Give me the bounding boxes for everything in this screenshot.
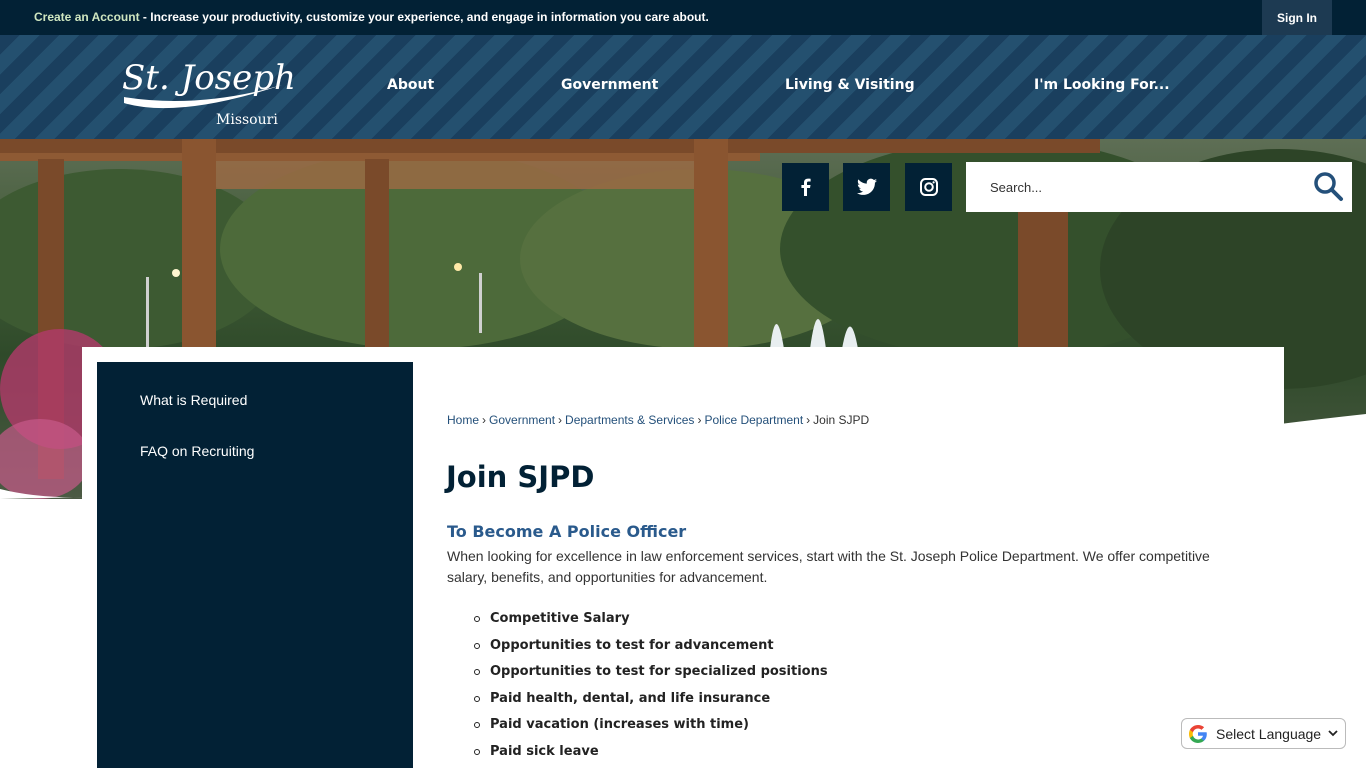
chevron-down-icon (1328, 730, 1338, 737)
facebook-icon (800, 178, 811, 196)
benefit-text: Paid sick leave (490, 743, 599, 759)
create-account-link[interactable]: Create an Account (34, 10, 140, 24)
intro-paragraph: When looking for excellence in law enfor… (447, 548, 1210, 585)
bullet-icon (474, 616, 480, 622)
twitter-icon (856, 178, 877, 195)
breadcrumb-separator: › (482, 413, 487, 427)
benefit-text: Paid health, dental, and life insurance (490, 690, 771, 706)
top-bar: Create an Account - Increase your produc… (0, 0, 1366, 35)
language-select-label: Select Language (1216, 725, 1322, 742)
google-icon (1189, 724, 1207, 743)
section-title: To Become A Police Officer (447, 522, 687, 541)
benefits-list: Competitive Salary Opportunities to test… (474, 609, 828, 768)
instagram-button[interactable] (905, 163, 952, 211)
benefit-text: Competitive Salary (490, 611, 630, 626)
breadcrumb-separator: › (806, 413, 811, 427)
breadcrumb-current: Join SJPD (813, 413, 870, 427)
benefit-text: Opportunities to test for specialized po… (490, 664, 828, 680)
breadcrumb-government[interactable]: Government (489, 413, 555, 427)
search-box (966, 162, 1352, 212)
nav-government[interactable]: Government (561, 77, 658, 93)
list-item: Opportunities to test for specialized po… (474, 662, 828, 689)
instagram-icon (919, 178, 938, 196)
bullet-icon (474, 748, 480, 755)
benefit-text: Paid vacation (increases with time) (490, 717, 749, 733)
breadcrumb-separator: › (697, 413, 702, 427)
facebook-button[interactable] (782, 163, 829, 211)
logo-text-st-joseph: St. Joseph (122, 58, 296, 98)
twitter-button[interactable] (843, 163, 890, 211)
benefit-text: Opportunities to test for advancement (490, 637, 774, 653)
search-input[interactable] (990, 177, 1290, 197)
list-item: Competitive Salary (474, 609, 828, 636)
breadcrumb-separator: › (558, 413, 563, 427)
sidebar-item-what-is-required[interactable]: What is Required (140, 392, 247, 408)
breadcrumb-departments[interactable]: Departments & Services (565, 413, 694, 427)
bullet-icon (474, 642, 480, 649)
account-message: Create an Account - Increase your produc… (34, 10, 709, 24)
sidebar (97, 362, 413, 768)
page-title: Join SJPD (446, 460, 595, 494)
breadcrumb-home[interactable]: Home (447, 413, 479, 427)
sidebar-item-faq-on-recruiting[interactable]: FAQ on Recruiting (140, 443, 254, 459)
language-select[interactable]: Select Language (1181, 718, 1346, 749)
list-item: Paid sick leave (474, 742, 828, 768)
nav-about[interactable]: About (387, 77, 434, 93)
list-item: Opportunities to test for advancement (474, 636, 828, 663)
list-item: Paid health, dental, and life insurance (474, 689, 828, 716)
nav-living-visiting[interactable]: Living & Visiting (785, 77, 915, 93)
bullet-icon (474, 695, 480, 702)
site-header: St. Joseph Missouri About Government Liv… (0, 35, 1366, 139)
breadcrumb-police-department[interactable]: Police Department (704, 413, 803, 427)
breadcrumb: Home › Government › Departments & Services › P… (447, 413, 869, 427)
st-joseph-logo[interactable]: St. Joseph Missouri (118, 49, 298, 129)
search-icon[interactable] (1312, 170, 1344, 202)
list-item: Paid vacation (increases with time) (474, 715, 828, 742)
logo-text-missouri: Missouri (216, 112, 278, 128)
nav-looking-for[interactable]: I'm Looking For... (1034, 77, 1170, 93)
account-message-text: - Increase your productivity, customize … (139, 10, 709, 24)
sign-in-button[interactable]: Sign In (1262, 0, 1332, 35)
